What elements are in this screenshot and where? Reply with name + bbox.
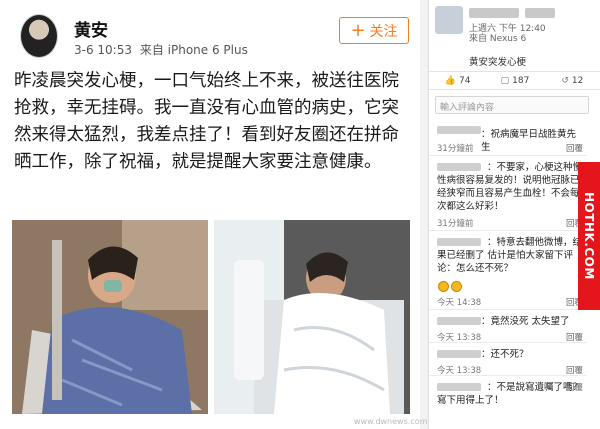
phone-post-desc: 黄安突发心梗 (469, 57, 527, 68)
comment-item: ：还不死？ 今天 13:38 回覆 (429, 344, 587, 376)
comments-stat[interactable]: ▢ 187 (486, 76, 543, 86)
comment-time: 31分鐘前 (437, 219, 474, 229)
phone-post-time: 上週六 下午 12:40 來自 Nexus 6 (469, 24, 546, 44)
site-watermark: www.dwnews.com (354, 417, 428, 426)
phone-post-header: 上週六 下午 12:40 來自 Nexus 6 黄安突发心梗 (429, 0, 600, 72)
commenter-name-blurred (437, 350, 481, 358)
phone-screenshot: 上週六 下午 12:40 來自 Nexus 6 黄安突发心梗 👍 74 ▢ 18… (428, 0, 600, 429)
comment-time: 今天 13:38 (437, 333, 482, 343)
comment-icon: ▢ (500, 75, 510, 86)
phone-stats-bar: 👍 74 ▢ 187 ↺ 12 (429, 72, 600, 90)
comment-text: ：不要家，心梗这种慢性病很容易复发的！说明他冠脉已经狭窄而且容易产生血栓！不会每… (437, 162, 583, 212)
reply-button[interactable]: 回覆 (566, 331, 583, 343)
commenter-name-blurred (437, 126, 481, 134)
comment-time: 今天 13:38 (437, 366, 482, 376)
comment-item: ：竟然没死 太失望了 今天 13:38 回覆 (429, 311, 587, 343)
follow-button[interactable]: + 关注 (339, 17, 409, 44)
user-avatar[interactable] (20, 14, 58, 58)
post-meta: 3-6 10:53 来自 iPhone 6 Plus (74, 41, 248, 58)
laughing-emoji-icon (438, 281, 449, 292)
reply-button[interactable]: 回覆 (566, 381, 583, 393)
post-source: 来自 iPhone 6 Plus (139, 43, 248, 57)
reply-button[interactable]: 回覆 (566, 142, 583, 154)
hothk-watermark: HOTHK.COM (578, 162, 600, 310)
hospital-photo-2-illustration (214, 220, 410, 414)
comment-time: 今天 14:38 (437, 298, 482, 308)
comment-item: ：特意去翻他微博，结果已经删了 估计是怕大家留下评论：怎么还不死？ 今天 14:… (429, 232, 587, 310)
blurred-username-2 (525, 8, 555, 18)
likes-stat[interactable]: 👍 74 (429, 76, 486, 86)
plus-icon: + (350, 19, 366, 41)
comments-count: 187 (512, 75, 530, 86)
comment-item: ：不要家，心梗这种慢性病很容易复发的！说明他冠脉已经狭窄而且容易产生血栓！不会每… (429, 157, 587, 231)
blurred-username (469, 8, 519, 18)
phone-post-time-text: 上週六 下午 12:40 (469, 24, 546, 34)
post-timestamp: 3-6 10:53 (74, 43, 132, 57)
reply-button[interactable]: 回覆 (566, 364, 583, 376)
reposts-stat[interactable]: ↺ 12 (544, 76, 600, 86)
stage: 黄安 3-6 10:53 来自 iPhone 6 Plus + 关注 昨凌晨突发… (0, 0, 600, 429)
comment-text: ：竟然没死 太失望了 (481, 316, 570, 327)
likes-count: 74 (459, 75, 471, 86)
follow-label: 关注 (369, 23, 398, 40)
comment-item: ：祝病魔早日战胜黄先生 31分鐘前 回覆 (429, 120, 587, 156)
post-text: 昨凌晨突发心梗，一口气始终上不来，被送往医院抢救，幸无挂碍。我一直没有心血管的病… (14, 71, 399, 172)
repost-icon: ↺ (561, 75, 569, 86)
emoji-row (437, 276, 463, 295)
comment-time: 31分鐘前 (437, 144, 474, 154)
comment-item: ：不是說寫遺囑了嗎？寫下用得上了！ 回覆 (429, 377, 587, 417)
watermark-text: HOTHK.COM (582, 192, 596, 280)
phone-avatar[interactable] (435, 6, 463, 34)
comment-text: ：特意去翻他微博，结果已经删了 估计是怕大家留下评论：怎么还不死？ (437, 237, 583, 274)
comment-text: ：还不死？ (481, 349, 529, 360)
hospital-photo-1-illustration (12, 220, 208, 414)
comment-text: ：不是說寫遺囑了嗎？寫下用得上了！ (437, 382, 583, 406)
hospital-photo-2[interactable] (214, 220, 410, 414)
laughing-emoji-icon (451, 281, 462, 292)
username[interactable]: 黄安 (74, 16, 108, 41)
weibo-post: 黄安 3-6 10:53 来自 iPhone 6 Plus + 关注 昨凌晨突发… (0, 0, 420, 429)
hospital-photo-1[interactable] (12, 220, 208, 414)
comment-input[interactable]: 輸入評論內容 (435, 96, 589, 114)
reposts-count: 12 (571, 75, 584, 86)
thumbs-up-icon: 👍 (444, 75, 457, 86)
commenter-name-blurred (437, 317, 481, 325)
phone-post-device: 來自 Nexus 6 (469, 34, 527, 44)
